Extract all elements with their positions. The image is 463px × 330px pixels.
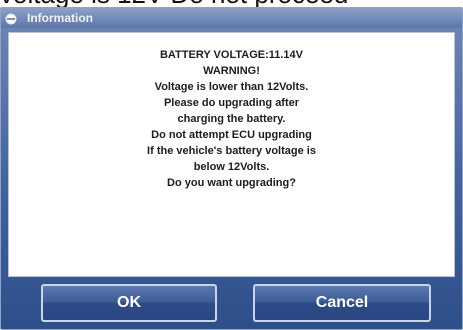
message-line: Voltage is lower than 12Volts. (154, 81, 309, 93)
information-dialog: Information BATTERY VOLTAGE:11.14V WARNI… (0, 7, 463, 330)
ok-button[interactable]: OK (41, 284, 217, 322)
warning-message: BATTERY VOLTAGE:11.14V WARNING! Voltage … (9, 47, 454, 191)
message-line: Do you want upgrading? (167, 177, 296, 189)
message-line: below 12Volts. (193, 161, 270, 173)
message-line: WARNING! (203, 65, 260, 77)
message-line: If the vehicle's battery voltage is (147, 145, 316, 157)
message-line: charging the battery. (177, 113, 286, 125)
cancel-button[interactable]: Cancel (253, 284, 431, 322)
dialog-title-bar: Information (1, 8, 462, 28)
dialog-title: Information (27, 11, 93, 25)
message-line: Please do upgrading after (163, 97, 300, 109)
message-line: BATTERY VOLTAGE:11.14V (159, 49, 304, 61)
message-panel: BATTERY VOLTAGE:11.14V WARNING! Voltage … (8, 32, 455, 277)
message-line: Do not attempt ECU upgrading (151, 129, 312, 141)
circle-icon (5, 12, 17, 25)
